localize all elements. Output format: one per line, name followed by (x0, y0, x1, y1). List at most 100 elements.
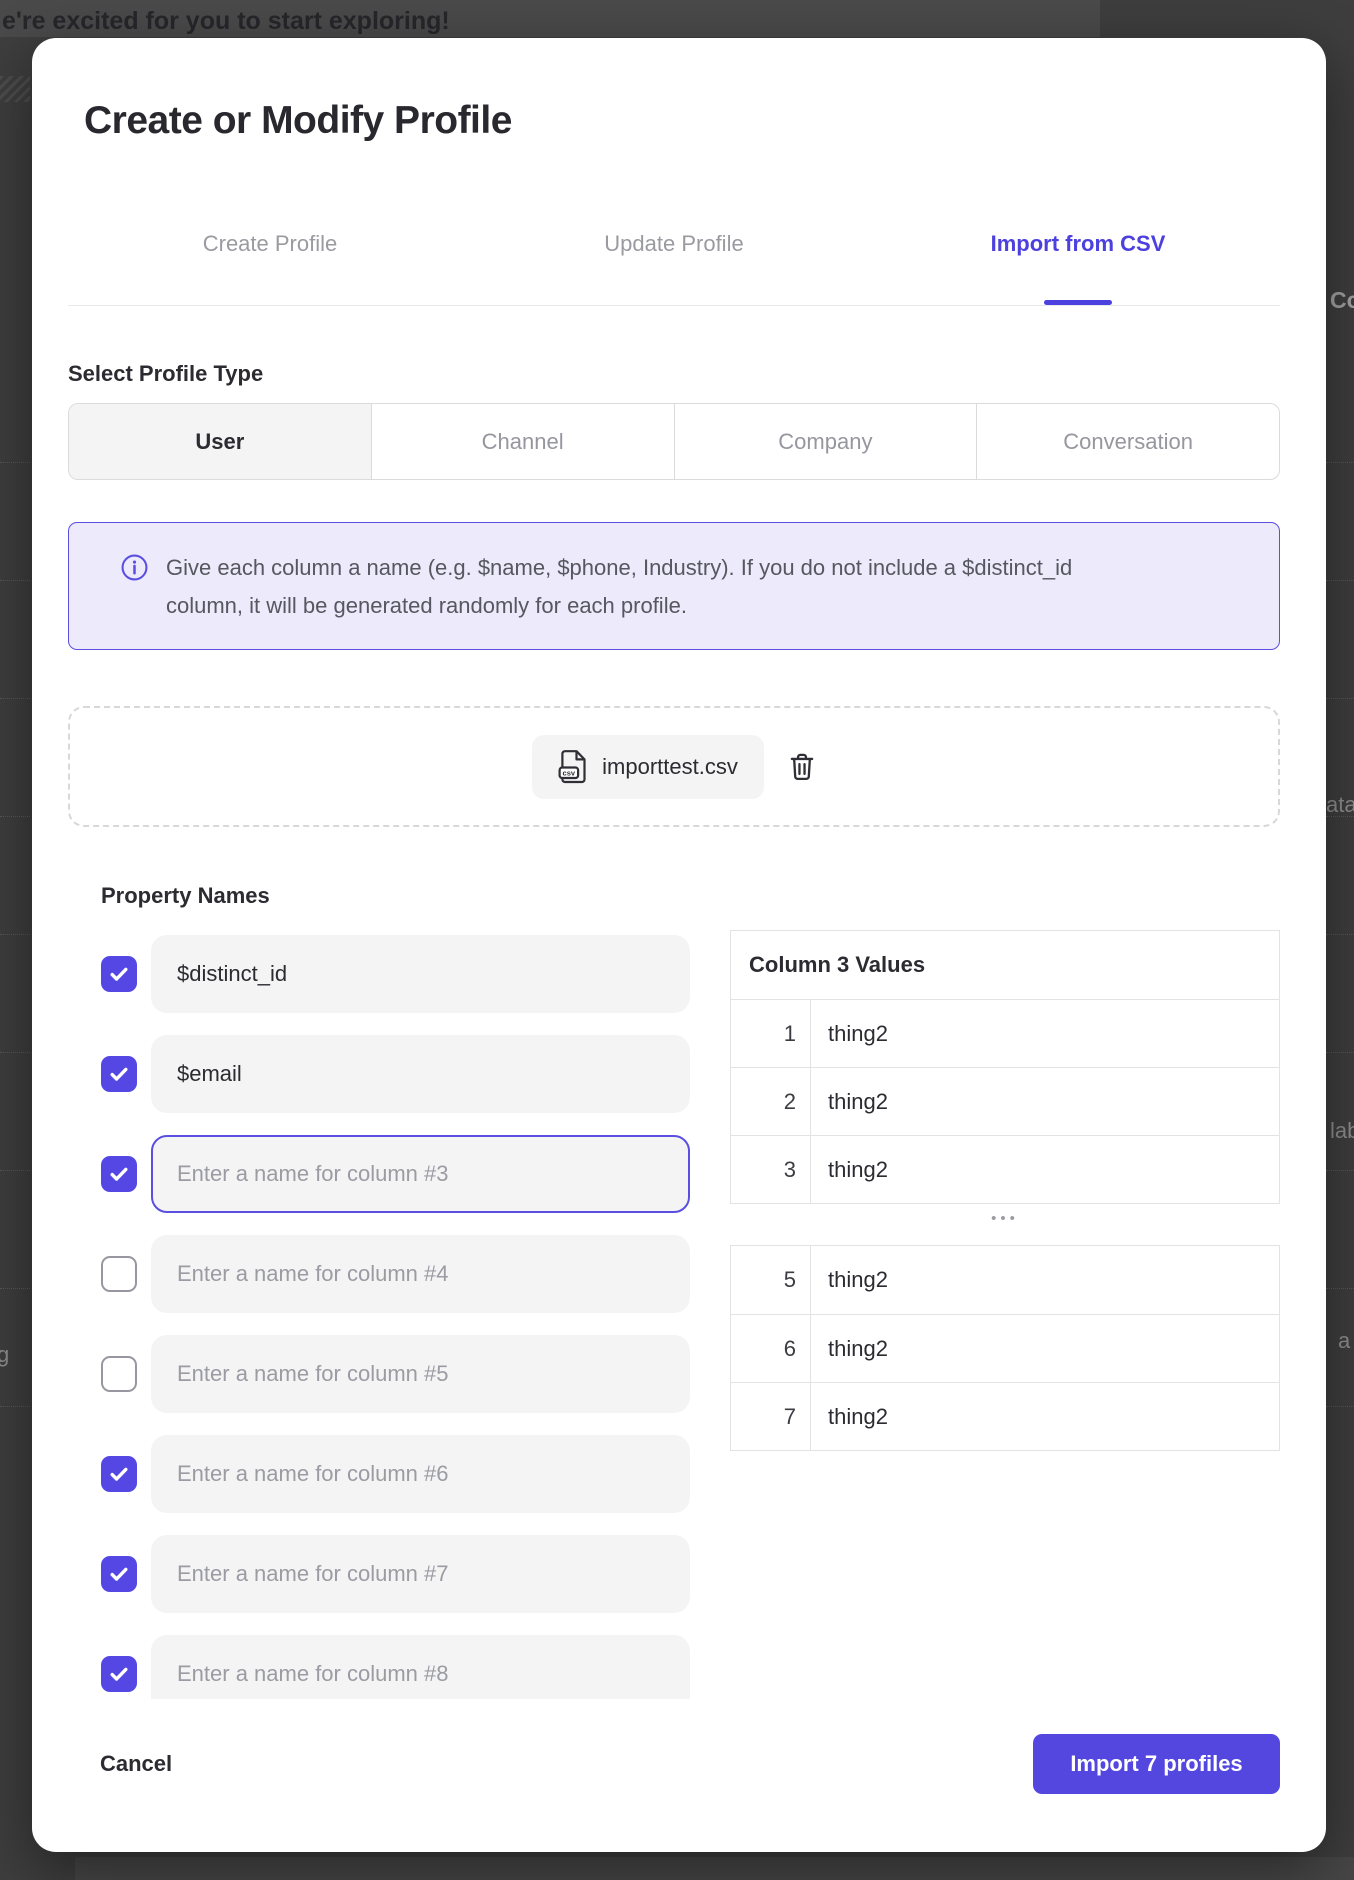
tab-create-profile[interactable]: Create Profile (68, 230, 472, 258)
trash-icon (788, 752, 816, 782)
dialog-tabs: Create Profile Update Profile Import fro… (68, 230, 1280, 306)
background-row-divider (1326, 1288, 1354, 1289)
tab-import-from-csv[interactable]: Import from CSV (876, 230, 1280, 258)
row-value: thing2 (811, 1068, 1279, 1135)
svg-text:csv: csv (563, 769, 576, 778)
background-row-divider (1326, 1052, 1354, 1053)
table-row: 1 thing2 (731, 999, 1279, 1067)
property-row (101, 1435, 690, 1513)
property-rows (101, 935, 690, 1699)
property-row (101, 1635, 690, 1699)
background-text-fragment: ata (1326, 792, 1354, 818)
profile-type-segmented-control: User Channel Company Conversation (68, 403, 1280, 480)
property-checkbox[interactable] (101, 1656, 137, 1692)
table-row: 5 thing2 (731, 1246, 1279, 1314)
column-name-input[interactable] (151, 1635, 690, 1699)
background-row-divider (0, 816, 30, 817)
property-row (101, 1035, 690, 1113)
background-panel-edge (75, 1857, 1354, 1880)
table-row: 6 thing2 (731, 1314, 1279, 1382)
background-row-divider (1326, 816, 1354, 817)
check-icon (107, 1562, 131, 1586)
preview-rows-top: 1 thing2 2 thing2 3 thing2 (731, 999, 1279, 1203)
background-text-fragment: Col (1330, 287, 1354, 314)
property-row (101, 935, 690, 1013)
row-index: 1 (731, 1000, 811, 1067)
row-index: 2 (731, 1068, 811, 1135)
background-row-divider (0, 580, 30, 581)
column-preview-table: Column 3 Values 1 thing2 2 thing2 3 thin… (730, 930, 1280, 1204)
background-banner-text: e're excited for you to start exploring! (2, 7, 450, 36)
property-row (101, 1235, 690, 1313)
column-name-input[interactable] (151, 1135, 690, 1213)
preview-rows-bottom: 5 thing2 6 thing2 7 thing2 (731, 1246, 1279, 1450)
background-row-divider (1326, 934, 1354, 935)
info-text: Give each column a name (e.g. $name, $ph… (166, 549, 1076, 625)
column-name-input[interactable] (151, 1235, 690, 1313)
property-checkbox[interactable] (101, 1556, 137, 1592)
tab-update-profile[interactable]: Update Profile (472, 230, 876, 258)
info-icon (121, 554, 148, 581)
property-checkbox[interactable] (101, 1156, 137, 1192)
uploaded-file-name: importtest.csv (602, 754, 738, 780)
background-row-divider (1326, 1406, 1354, 1407)
profile-type-conversation[interactable]: Conversation (976, 404, 1279, 479)
csv-file-icon: csv (558, 749, 589, 784)
column-preview-table-continued: 5 thing2 6 thing2 7 thing2 (730, 1245, 1280, 1451)
property-checkbox[interactable] (101, 1456, 137, 1492)
table-row: 7 thing2 (731, 1382, 1279, 1450)
background-row-divider (1326, 462, 1354, 463)
create-or-modify-profile-dialog: Create or Modify Profile Create Profile … (32, 38, 1326, 1852)
background-row-divider (0, 698, 30, 699)
row-value: thing2 (811, 1383, 1279, 1450)
uploaded-file-chip[interactable]: csv importtest.csv (532, 735, 764, 799)
check-icon (107, 962, 131, 986)
background-row-divider (1326, 698, 1354, 699)
property-checkbox[interactable] (101, 1356, 137, 1392)
column-name-input[interactable] (151, 1335, 690, 1413)
background-banner: e're excited for you to start exploring! (0, 0, 1100, 37)
check-icon (107, 1162, 131, 1186)
property-row (101, 1135, 690, 1213)
info-callout: Give each column a name (e.g. $name, $ph… (68, 522, 1280, 650)
column-name-input[interactable] (151, 1035, 690, 1113)
check-icon (107, 1662, 131, 1686)
property-row (101, 1335, 690, 1413)
profile-type-channel[interactable]: Channel (371, 404, 674, 479)
background-row-divider (0, 462, 30, 463)
property-row (101, 1535, 690, 1613)
active-tab-underline (1044, 300, 1112, 305)
dialog-title: Create or Modify Profile (84, 98, 512, 144)
property-names-label: Property Names (101, 882, 270, 909)
background-row-divider (1326, 580, 1354, 581)
row-value: thing2 (811, 1315, 1279, 1382)
background-row-divider (1326, 1170, 1354, 1171)
column-name-input[interactable] (151, 1535, 690, 1613)
remove-file-button[interactable] (788, 752, 816, 782)
import-profiles-button[interactable]: Import 7 profiles (1033, 1734, 1280, 1794)
background-texture (0, 76, 30, 102)
row-value: thing2 (811, 1000, 1279, 1067)
profile-type-user[interactable]: User (69, 404, 371, 479)
check-icon (107, 1062, 131, 1086)
column-name-input[interactable] (151, 1435, 690, 1513)
table-row: 3 thing2 (731, 1135, 1279, 1203)
row-index: 7 (731, 1383, 811, 1450)
preview-table-header: Column 3 Values (731, 931, 1279, 999)
background-text-fragment: g (0, 1342, 9, 1368)
row-index: 3 (731, 1136, 811, 1203)
background-row-divider (0, 1406, 30, 1407)
column-name-input[interactable] (151, 935, 690, 1013)
property-checkbox[interactable] (101, 956, 137, 992)
property-checkbox[interactable] (101, 1056, 137, 1092)
property-checkbox[interactable] (101, 1256, 137, 1292)
csv-dropzone[interactable]: csv importtest.csv (68, 706, 1280, 827)
row-index: 6 (731, 1315, 811, 1382)
screen: e're excited for you to start exploring!… (0, 0, 1354, 1880)
cancel-button[interactable]: Cancel (100, 1750, 172, 1777)
row-index: 5 (731, 1246, 811, 1314)
background-row-divider (0, 934, 30, 935)
profile-type-company[interactable]: Company (674, 404, 977, 479)
preview-table-ellipsis: ••• (730, 1210, 1280, 1227)
table-row: 2 thing2 (731, 1067, 1279, 1135)
